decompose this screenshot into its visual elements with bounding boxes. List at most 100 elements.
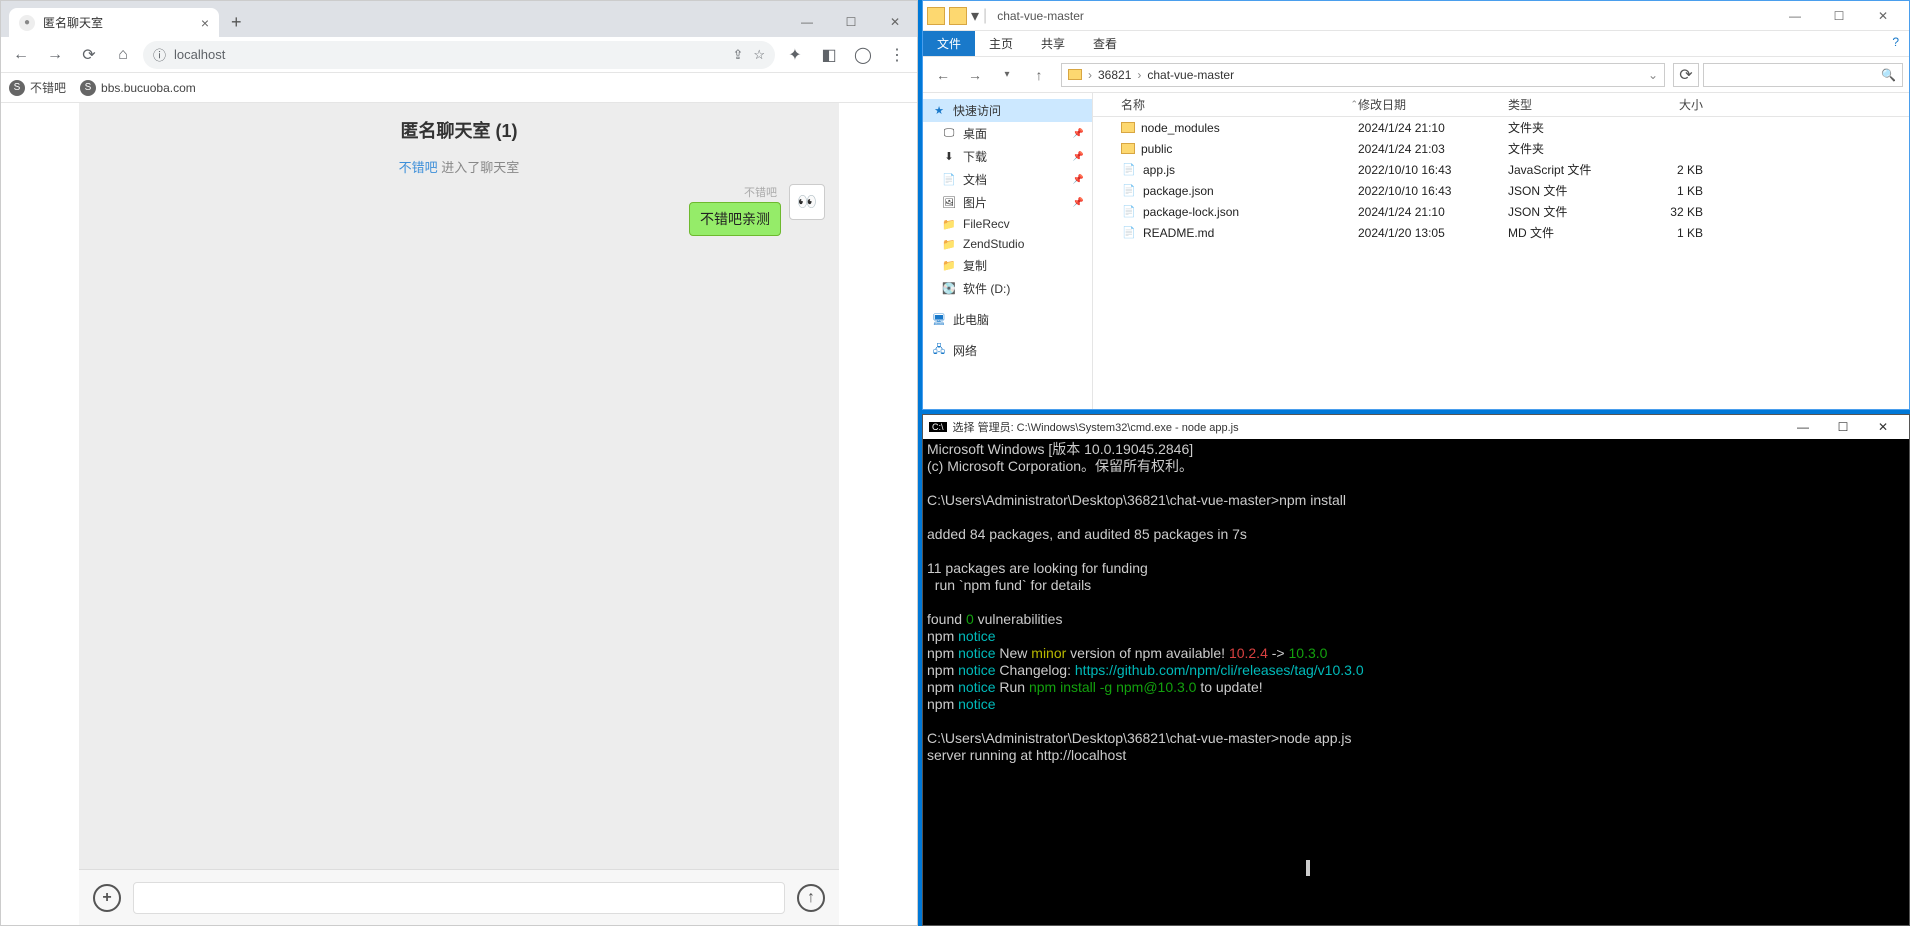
file-row[interactable]: public2024/1/24 21:03文件夹 — [1093, 138, 1909, 159]
ribbon-tab-share[interactable]: 共享 — [1027, 31, 1079, 56]
bookmark-label: bbs.bucuoba.com — [101, 81, 196, 95]
qat-separator: | — [983, 7, 987, 25]
extension-pin-icon[interactable]: ◧ — [815, 41, 843, 69]
maximize-icon[interactable]: ☐ — [1823, 416, 1863, 438]
file-row[interactable]: 📄package-lock.json2024/1/24 21:10JSON 文件… — [1093, 201, 1909, 222]
maximize-icon[interactable]: ☐ — [1817, 3, 1861, 29]
nav-this-pc[interactable]: 🖥 此电脑 — [923, 308, 1092, 331]
file-row[interactable]: 📄README.md2024/1/20 13:05MD 文件1 KB — [1093, 222, 1909, 243]
close-icon[interactable]: ✕ — [873, 7, 917, 37]
nav-item[interactable]: 🖼图片📌 — [923, 191, 1092, 214]
ribbon-tab-home[interactable]: 主页 — [975, 31, 1027, 56]
file-date: 2024/1/24 21:03 — [1358, 142, 1508, 156]
file-row[interactable]: 📄package.json2022/10/10 16:43JSON 文件1 KB — [1093, 180, 1909, 201]
profile-avatar-icon[interactable]: ◯ — [849, 41, 877, 69]
nav-item-label: 下载 — [963, 148, 987, 165]
file-date: 2024/1/24 21:10 — [1358, 205, 1508, 219]
nav-item[interactable]: 💽软件 (D:) — [923, 277, 1092, 300]
search-icon: 🔍 — [1881, 68, 1896, 82]
col-header-size[interactable]: 大小 — [1633, 96, 1713, 113]
browser-tab[interactable]: ● 匿名聊天室 × — [9, 8, 219, 37]
address-dropdown-icon[interactable]: ⌄ — [1648, 68, 1658, 82]
network-icon: 🖧 — [931, 344, 947, 358]
nav-item[interactable]: 🖵桌面📌 — [923, 122, 1092, 145]
ribbon-help-icon[interactable]: ? — [1882, 31, 1909, 56]
attach-button[interactable]: + — [93, 884, 121, 912]
nav-item[interactable]: 📁FileRecv — [923, 214, 1092, 234]
reload-button[interactable]: ⟳ — [75, 41, 103, 69]
refresh-button[interactable]: ⟳ — [1673, 63, 1699, 87]
bookmark-item[interactable]: S 不错吧 — [9, 79, 66, 96]
nav-network[interactable]: 🖧 网络 — [923, 339, 1092, 362]
send-button[interactable]: ↑ — [797, 884, 825, 912]
share-icon[interactable]: ⇪ — [732, 47, 743, 63]
chat-input-bar: + ↑ — [79, 869, 839, 925]
extensions-icon[interactable]: ✦ — [781, 41, 809, 69]
minimize-icon[interactable]: — — [785, 7, 829, 37]
close-icon[interactable]: ✕ — [1861, 3, 1905, 29]
search-box[interactable]: 🔍 — [1703, 63, 1903, 87]
file-size: 2 KB — [1633, 163, 1713, 177]
bookmark-item[interactable]: S bbs.bucuoba.com — [80, 80, 196, 96]
address-bar[interactable]: › 36821 › chat-vue-master ⌄ — [1061, 63, 1665, 87]
file-type: MD 文件 — [1508, 224, 1633, 241]
forward-button[interactable]: → — [961, 61, 989, 89]
nav-item[interactable]: 📁ZendStudio — [923, 234, 1092, 254]
cmd-output[interactable]: Microsoft Windows [版本 10.0.19045.2846] (… — [923, 439, 1909, 879]
col-header-date[interactable]: 修改日期 — [1358, 96, 1508, 113]
minimize-icon[interactable]: — — [1783, 416, 1823, 438]
col-header-name[interactable]: 名称⌃ — [1093, 96, 1358, 113]
explorer-nav-bar: ← → ▾ ↑ › 36821 › chat-vue-master ⌄ ⟳ 🔍 — [923, 57, 1909, 93]
nav-item[interactable]: 📄文档📌 — [923, 168, 1092, 191]
file-type: JSON 文件 — [1508, 182, 1633, 199]
address-bar[interactable]: ⓘ localhost ⇪ ☆ — [143, 41, 775, 69]
back-button[interactable]: ← — [929, 61, 957, 89]
ribbon-tab-view[interactable]: 查看 — [1079, 31, 1131, 56]
chat-join-notice: 不错吧 进入了聊天室 — [79, 153, 839, 180]
nav-item[interactable]: 📁复制 — [923, 254, 1092, 277]
notice-username[interactable]: 不错吧 — [399, 160, 438, 175]
nav-item[interactable]: ⬇下载📌 — [923, 145, 1092, 168]
nav-item-icon: 🖼 — [941, 196, 957, 210]
close-tab-icon[interactable]: × — [201, 15, 209, 31]
nav-item-label: 文档 — [963, 171, 987, 188]
pin-icon: 📌 — [1073, 128, 1084, 139]
file-name: package.json — [1143, 184, 1214, 198]
home-button[interactable]: ⌂ — [109, 41, 137, 69]
file-row[interactable]: node_modules2024/1/24 21:10文件夹 — [1093, 117, 1909, 138]
chat-text-input[interactable] — [133, 882, 785, 914]
close-icon[interactable]: ✕ — [1863, 416, 1903, 438]
nav-quick-access[interactable]: ★ 快速访问 — [923, 99, 1092, 122]
folder-icon — [1121, 143, 1135, 154]
folder-icon — [1068, 69, 1082, 80]
up-button[interactable]: ↑ — [1025, 61, 1053, 89]
recent-dropdown-icon[interactable]: ▾ — [993, 61, 1021, 89]
minimize-icon[interactable]: — — [1773, 3, 1817, 29]
new-tab-button[interactable]: + — [223, 8, 250, 37]
bookmark-star-icon[interactable]: ☆ — [753, 47, 765, 63]
file-row[interactable]: 📄app.js2022/10/10 16:43JavaScript 文件2 KB — [1093, 159, 1909, 180]
qat-dropdown-icon[interactable]: ▾ — [971, 6, 979, 26]
nav-item-icon: 📁 — [941, 217, 957, 231]
bookmark-favicon: S — [80, 80, 96, 96]
ribbon-tab-file[interactable]: 文件 — [923, 31, 975, 56]
explorer-window-controls: — ☐ ✕ — [1773, 3, 1905, 29]
site-info-icon[interactable]: ⓘ — [153, 45, 166, 64]
back-button[interactable]: ← — [7, 41, 35, 69]
breadcrumb-segment[interactable]: 36821 — [1098, 68, 1131, 82]
folder-icon[interactable] — [949, 7, 967, 25]
maximize-icon[interactable]: ☐ — [829, 7, 873, 37]
chat-message-row: 不错吧 不错吧亲测 👀 — [79, 180, 839, 240]
message-avatar: 👀 — [789, 184, 825, 220]
pin-icon: 📌 — [1073, 174, 1084, 185]
file-icon: 📄 — [1121, 184, 1137, 198]
col-header-type[interactable]: 类型 — [1508, 96, 1633, 113]
breadcrumb-segment[interactable]: chat-vue-master — [1147, 68, 1234, 82]
folder-icon[interactable] — [927, 7, 945, 25]
cmd-titlebar: C:\ 选择 管理员: C:\Windows\System32\cmd.exe … — [923, 415, 1909, 439]
menu-icon[interactable]: ⋮ — [883, 41, 911, 69]
ribbon-tabs: 文件 主页 共享 查看 ? — [923, 31, 1909, 57]
file-name: package-lock.json — [1143, 205, 1239, 219]
forward-button[interactable]: → — [41, 41, 69, 69]
bookmark-label: 不错吧 — [30, 79, 66, 96]
